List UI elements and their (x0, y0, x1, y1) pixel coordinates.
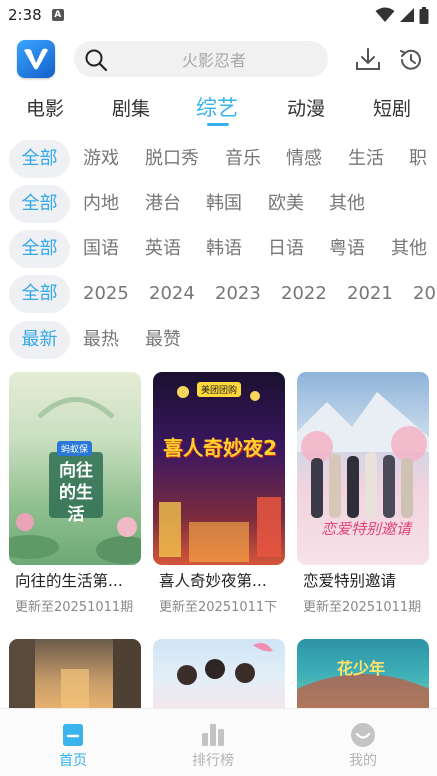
nav-label: 我的 (349, 753, 377, 769)
filter-chip[interactable]: 脱口秀 (145, 140, 199, 178)
download-button[interactable] (355, 47, 381, 75)
tab-movie[interactable]: 电影 (26, 94, 64, 121)
filter-chip[interactable]: 2025 (83, 275, 129, 313)
tab-short-drama[interactable]: 短剧 (373, 94, 411, 121)
smile-icon (351, 723, 375, 747)
app-logo-icon (24, 48, 48, 70)
filter-chip[interactable]: 最赞 (145, 321, 181, 359)
filter-chip-selected[interactable]: 全部 (9, 275, 70, 313)
filter-chip[interactable]: 其他 (329, 185, 365, 223)
download-icon (356, 48, 380, 70)
notification-icon: A (51, 9, 64, 21)
filter-chip[interactable]: 情感 (286, 140, 322, 178)
filter-row-language: 全部 国语 英语 韩语 日语 粤语 其他 (0, 230, 437, 268)
filter-chip-selected[interactable]: 最新 (9, 321, 70, 359)
wifi-icon (375, 7, 395, 22)
filter-chip[interactable]: 音乐 (225, 140, 261, 178)
chart-icon (202, 724, 224, 746)
top-header: 火影忍者 (0, 38, 437, 82)
tab-series[interactable]: 剧集 (112, 94, 150, 121)
tab-variety[interactable]: 综艺 (196, 92, 238, 122)
filter-chip[interactable]: 港台 (145, 185, 181, 223)
poster-art (159, 386, 281, 562)
filter-chip[interactable]: 其他 (391, 230, 427, 268)
nav-ranking[interactable]: 排行榜 (168, 709, 258, 776)
show-card[interactable]: 美团团购 喜人奇妙夜2 喜人奇妙夜第... 更新至20251011下 (153, 372, 285, 617)
battery-icon (419, 6, 429, 24)
signal-icon (400, 8, 414, 22)
bottom-navigation: 首页 排行榜 我的 (0, 708, 437, 776)
filter-row-sort: 最新 最热 最赞 (0, 321, 437, 359)
filter-chip[interactable]: 韩国 (206, 185, 242, 223)
show-poster[interactable]: 蚂蚁保 向往的生活 (9, 372, 141, 565)
poster-badge: 蚂蚁保 (57, 441, 93, 456)
filter-chip[interactable]: 最热 (83, 321, 119, 359)
filter-chip[interactable]: 日语 (268, 230, 304, 268)
show-update-status: 更新至20251011期 (303, 600, 422, 615)
filter-chip[interactable]: 国语 (83, 230, 119, 268)
filter-row-genre: 全部 游戏 脱口秀 音乐 情感 生活 职 (0, 140, 437, 178)
filter-chip[interactable]: 生活 (348, 140, 384, 178)
status-time: 2:38 (8, 6, 42, 24)
filter-chip[interactable]: 游戏 (83, 140, 119, 178)
filter-chip-selected[interactable]: 全部 (9, 185, 70, 223)
search-bar[interactable]: 火影忍者 (74, 41, 328, 77)
poster-art (9, 639, 141, 711)
show-update-status: 更新至20251011期 (15, 600, 134, 615)
poster-title-text: 花少年 (337, 659, 386, 678)
home-icon (63, 724, 83, 746)
show-poster[interactable] (9, 639, 141, 711)
category-tabs: 电影 剧集 综艺 动漫 短剧 (0, 90, 437, 128)
filter-chip[interactable]: 2023 (215, 275, 261, 313)
show-title: 向往的生活第... (15, 572, 123, 590)
show-title: 喜人奇妙夜第... (159, 572, 267, 590)
filter-chip-selected[interactable]: 全部 (9, 140, 70, 178)
tab-anime[interactable]: 动漫 (287, 94, 325, 121)
poster-art (177, 643, 273, 685)
show-poster[interactable]: 恋爱特别邀请 (297, 372, 429, 565)
nav-home[interactable]: 首页 (28, 709, 118, 776)
filter-chip[interactable]: 粤语 (329, 230, 365, 268)
filter-chip[interactable]: 英语 (145, 230, 181, 268)
show-update-status: 更新至20251011下 (159, 600, 278, 615)
nav-label: 首页 (59, 753, 87, 769)
filter-chip[interactable]: 2024 (149, 275, 195, 313)
nav-label: 排行榜 (192, 753, 234, 769)
search-icon (85, 49, 108, 72)
show-card[interactable]: 蚂蚁保 向往的生活 向往的生活第... 更新至20251011期 (9, 372, 141, 617)
nav-profile[interactable]: 我的 (318, 709, 408, 776)
show-poster[interactable]: 花少年 (297, 639, 429, 711)
history-button[interactable] (398, 47, 424, 77)
filter-chip[interactable]: 欧美 (268, 185, 304, 223)
filter-row-year: 全部 2025 2024 2023 2022 2021 20 (0, 275, 437, 313)
filter-chip[interactable]: 2022 (281, 275, 327, 313)
search-placeholder: 火影忍者 (182, 51, 247, 70)
poster-title-text: 喜人奇妙夜2 (163, 436, 277, 460)
filter-chip[interactable]: 20 (413, 275, 436, 313)
poster-title-text: 向往的生活 (59, 461, 93, 525)
filter-chip-selected[interactable]: 全部 (9, 230, 70, 268)
poster-title-text: 恋爱特别邀请 (321, 520, 412, 538)
show-poster[interactable] (153, 639, 285, 711)
filter-chip[interactable]: 韩语 (206, 230, 242, 268)
history-icon (400, 49, 421, 70)
filter-chip[interactable]: 2021 (347, 275, 393, 313)
filter-row-region: 全部 内地 港台 韩国 欧美 其他 (0, 185, 437, 223)
filter-chip[interactable]: 内地 (83, 185, 119, 223)
show-card[interactable]: 恋爱特别邀请 恋爱特别邀请 更新至20251011期 (297, 372, 429, 617)
show-poster[interactable]: 美团团购 喜人奇妙夜2 (153, 372, 285, 565)
active-tab-indicator (207, 123, 229, 126)
show-title: 恋爱特别邀请 (303, 572, 397, 590)
filter-chip[interactable]: 职 (409, 140, 427, 178)
app-logo[interactable] (17, 40, 55, 78)
status-bar: 2:38 A (0, 0, 437, 30)
poster-badge: 美团团购 (197, 382, 242, 397)
